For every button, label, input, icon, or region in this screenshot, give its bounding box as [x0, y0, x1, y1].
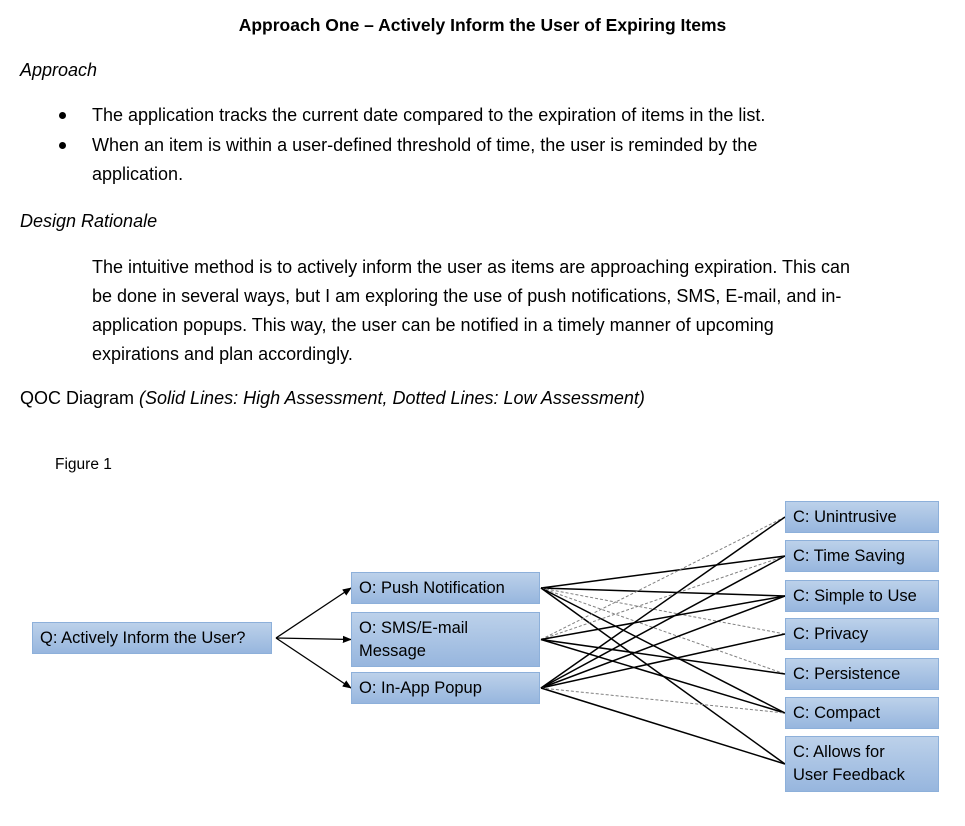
link-inapp-to-feedback-high	[540, 687, 786, 765]
option-in-app-popup: O: In-App Popup	[351, 672, 540, 704]
option-text: O: Push Notification	[359, 578, 505, 597]
arrow-question-to-inapp	[275, 637, 352, 689]
criterion-text: C: Allows for	[793, 743, 885, 761]
criterion-text: C: Compact	[793, 703, 881, 722]
criterion-unintrusive: C: Unintrusive	[785, 501, 939, 533]
option-text: O: In-App Popup	[359, 678, 482, 697]
criterion-persistence: C: Persistence	[785, 658, 939, 690]
criterion-allows-for-user-feedback: C: Allows for User Feedback	[785, 736, 939, 792]
criterion-privacy: C: Privacy	[785, 618, 939, 650]
arrow-question-to-push	[275, 587, 352, 639]
criterion-simple-to-use: C: Simple to Use	[785, 580, 939, 612]
option-push-notification: O: Push Notification	[351, 572, 540, 604]
criterion-text: C: Simple to Use	[793, 586, 917, 605]
option-text: O: SMS/E-mail	[359, 618, 469, 637]
arrow-question-to-sms	[275, 635, 352, 643]
criterion-text: C: Unintrusive	[793, 507, 897, 526]
option-sms-email-message: O: SMS/E-mail Message	[351, 612, 540, 667]
link-inapp-to-compact-low	[540, 687, 786, 714]
criterion-text: C: Time Saving	[793, 546, 905, 565]
criterion-time-saving: C: Time Saving	[785, 540, 939, 572]
criterion-compact: C: Compact	[785, 697, 939, 729]
criterion-text: C: Persistence	[793, 664, 901, 683]
criterion-text: C: Privacy	[793, 624, 869, 643]
link-push-to-timesaving-high	[540, 555, 786, 589]
question-text: Q: Actively Inform the User?	[40, 628, 246, 647]
question-box: Q: Actively Inform the User?	[32, 622, 272, 654]
criterion-text: User Feedback	[793, 766, 905, 784]
link-sms-to-unintrusive-low	[540, 516, 786, 640]
option-text: Message	[359, 641, 426, 660]
